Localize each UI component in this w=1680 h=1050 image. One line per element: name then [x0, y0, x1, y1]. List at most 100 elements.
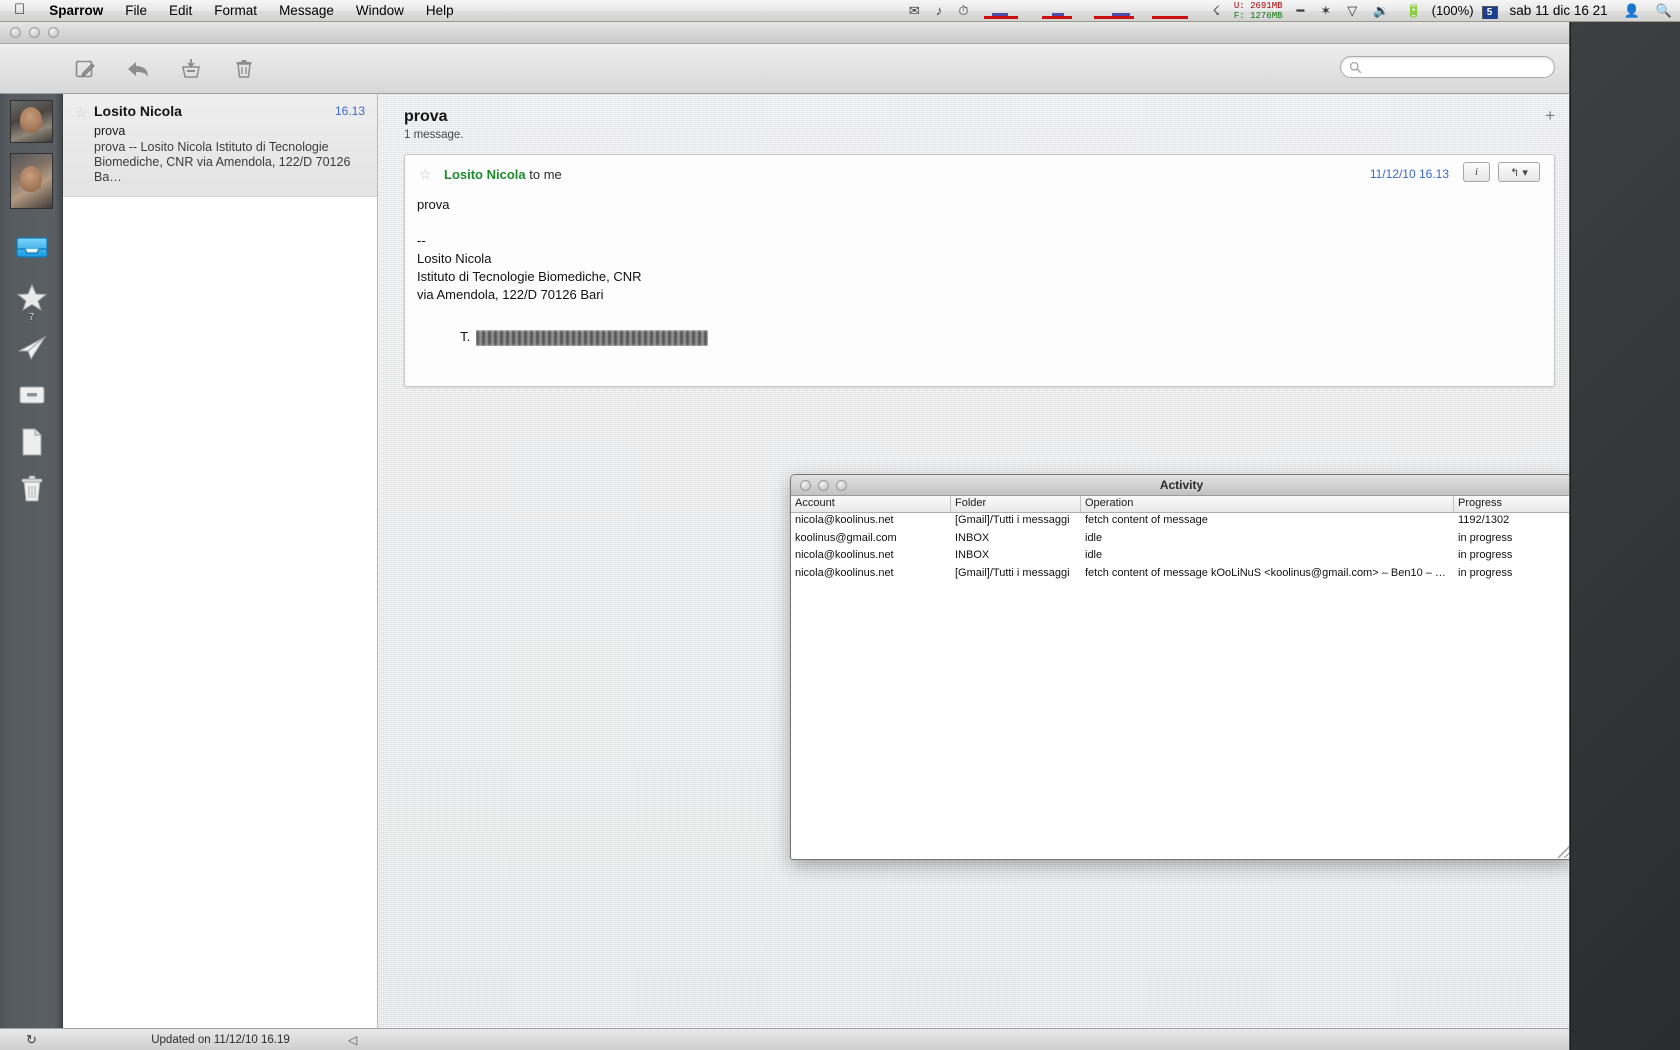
- redacted-contact-info: [476, 330, 708, 346]
- message-star-icon[interactable]: ☆: [419, 166, 432, 183]
- cpu-graph-1: [980, 3, 1032, 21]
- archive-icon[interactable]: [178, 56, 204, 82]
- table-row[interactable]: nicola@koolinus.net INBOX idle in progre…: [791, 548, 1569, 566]
- message-card: ☆ Losito Nicola to me 11/12/10 16.13 i ↰…: [404, 154, 1555, 387]
- search-box[interactable]: [1340, 56, 1555, 78]
- wifi-icon[interactable]: ▽: [1339, 4, 1365, 17]
- avatar-account-2[interactable]: [9, 153, 53, 209]
- sidebar-item-sent[interactable]: [0, 324, 63, 371]
- menu-item-window[interactable]: Window: [345, 3, 415, 18]
- dash-icon[interactable]: ━: [1289, 4, 1313, 17]
- message-subject: prova: [94, 124, 126, 138]
- keyboard-flag-icon[interactable]: 5: [1474, 3, 1506, 19]
- cell-progress: in progress: [1458, 566, 1513, 579]
- cell-progress: in progress: [1458, 531, 1513, 544]
- battery-percent: (100%): [1431, 3, 1474, 18]
- power-plug-icon[interactable]: ☇: [1204, 4, 1227, 17]
- sidebar-item-drafts[interactable]: [0, 418, 63, 465]
- cell-folder: [Gmail]/Tutti i messaggi: [955, 514, 1070, 526]
- sparrow-window: 7 ☆ Losito Nicola 16.13 prova prova -- L…: [0, 22, 1570, 1050]
- battery-icon[interactable]: 🔋: [1397, 4, 1429, 17]
- menu-clock[interactable]: sab 11 dic 16 21: [1506, 3, 1616, 18]
- cell-operation: idle: [1085, 531, 1103, 544]
- refresh-icon[interactable]: ↻: [0, 1032, 63, 1048]
- cell-folder: INBOX: [955, 531, 990, 544]
- phone-prefix: T.: [460, 329, 474, 344]
- sidebar: 7: [0, 94, 63, 1028]
- search-input[interactable]: [1366, 60, 1546, 74]
- window-titlebar[interactable]: [0, 22, 1569, 44]
- column-header-operation[interactable]: Operation: [1081, 496, 1454, 512]
- message-time: 16.13: [334, 104, 365, 118]
- table-row[interactable]: koolinus@gmail.com INBOX idle in progres…: [791, 531, 1569, 549]
- message-body-line: [417, 214, 1554, 232]
- volume-icon[interactable]: 🔉: [1365, 4, 1397, 17]
- sidebar-item-archive[interactable]: [0, 371, 63, 418]
- status-updated-label: Updated on 11/12/10 16.19: [151, 1033, 290, 1046]
- activity-title: Activity: [1159, 478, 1204, 492]
- bluetooth-icon[interactable]: ✶: [1312, 4, 1339, 17]
- cell-account: nicola@koolinus.net: [795, 549, 894, 561]
- window-controls: [0, 27, 59, 38]
- menu-item-edit[interactable]: Edit: [158, 3, 203, 18]
- mail-envelope-icon[interactable]: ✉: [901, 4, 928, 17]
- resize-grip[interactable]: [1558, 845, 1569, 858]
- sidebar-item-starred[interactable]: 7: [0, 270, 63, 324]
- sidebar-item-inbox[interactable]: [0, 223, 63, 270]
- column-header-folder[interactable]: Folder: [951, 496, 1081, 512]
- column-header-progress[interactable]: Progress: [1454, 496, 1569, 512]
- message-list: ☆ Losito Nicola 16.13 prova prova -- Los…: [63, 94, 378, 1028]
- message-sender: Losito Nicola: [94, 103, 182, 119]
- zoom-button[interactable]: [48, 27, 59, 38]
- cell-account: nicola@koolinus.net: [795, 566, 894, 579]
- music-note-icon[interactable]: ♪: [928, 4, 951, 17]
- add-icon[interactable]: +: [1545, 106, 1555, 126]
- table-row[interactable]: nicola@koolinus.net [Gmail]/Tutti i mess…: [791, 513, 1569, 531]
- activity-table-header: Account Folder Operation Progress: [791, 496, 1569, 513]
- message-snippet: prova -- Losito Nicola Istituto di Tecno…: [94, 140, 351, 184]
- trash-icon[interactable]: [231, 56, 257, 82]
- menu-item-format[interactable]: Format: [203, 3, 268, 18]
- cell-account: koolinus@gmail.com: [795, 531, 897, 544]
- collapse-panel-icon[interactable]: ◁: [348, 1033, 357, 1047]
- sidebar-item-trash[interactable]: [0, 465, 63, 512]
- window-body: 7 ☆ Losito Nicola 16.13 prova prova -- L…: [0, 94, 1569, 1028]
- spotlight-search-icon[interactable]: 🔍: [1648, 4, 1680, 17]
- menu-item-message[interactable]: Message: [268, 3, 345, 18]
- menu-item-file[interactable]: File: [114, 3, 158, 18]
- memory-indicator[interactable]: U: 2691MB F: 1276MB: [1228, 1, 1289, 21]
- cpu-graphs: [976, 1, 1204, 21]
- user-account-icon[interactable]: 👤: [1616, 4, 1648, 17]
- memory-free: F: 1276MB: [1233, 10, 1283, 21]
- cell-operation: idle: [1085, 549, 1103, 561]
- reply-icon[interactable]: [125, 56, 151, 82]
- table-row[interactable]: nicola@koolinus.net [Gmail]/Tutti i mess…: [791, 566, 1569, 584]
- message-body-line: --: [417, 233, 426, 248]
- message-body: prova -- Losito Nicola Istituto di Tecno…: [405, 190, 1554, 386]
- column-header-account[interactable]: Account: [791, 496, 951, 512]
- message-date: 11/12/10 16.13: [1369, 167, 1449, 181]
- message-header: ☆ Losito Nicola to me 11/12/10 16.13 i ↰…: [405, 155, 1554, 190]
- activity-window[interactable]: Activity Account Folder Operation Progre…: [790, 474, 1569, 860]
- time-machine-icon[interactable]: ⏱: [950, 4, 976, 17]
- avatar-account-1[interactable]: [9, 100, 53, 143]
- compose-icon[interactable]: [72, 56, 98, 82]
- message-body-line: via Amendola, 122/D 70126 Bari: [417, 287, 604, 302]
- apple-menu-icon[interactable]: : [0, 2, 38, 17]
- conversation-title: prova: [404, 108, 448, 125]
- status-bar: ↻ Updated on 11/12/10 16.19 ◁: [0, 1028, 1569, 1050]
- cell-folder: [Gmail]/Tutti i messaggi: [955, 566, 1070, 579]
- menu-item-help[interactable]: Help: [415, 3, 465, 18]
- cpu-graph-2: [1036, 3, 1088, 21]
- star-icon[interactable]: ☆: [75, 105, 87, 121]
- message-info-button[interactable]: i: [1463, 162, 1490, 182]
- menu-item-sparrow[interactable]: Sparrow: [38, 3, 114, 18]
- minimize-button[interactable]: [29, 27, 40, 38]
- message-reply-button[interactable]: ↰ ▾: [1498, 162, 1540, 182]
- close-button[interactable]: [10, 27, 21, 38]
- starred-badge: 7: [28, 312, 35, 323]
- activity-titlebar[interactable]: Activity: [791, 475, 1569, 496]
- message-list-row[interactable]: ☆ Losito Nicola 16.13 prova prova -- Los…: [63, 94, 377, 197]
- memory-used: U: 2691MB: [1233, 0, 1283, 11]
- cell-folder: INBOX: [955, 549, 990, 561]
